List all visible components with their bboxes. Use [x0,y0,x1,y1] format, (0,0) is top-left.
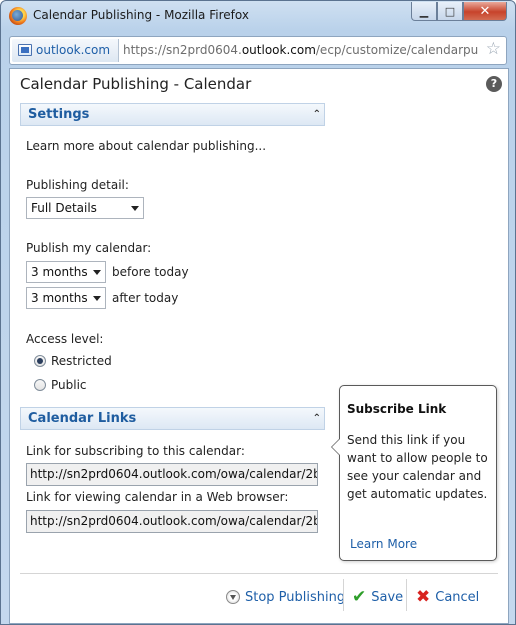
window-controls: ▁ □ ✕ [411,2,507,21]
restricted-radio[interactable] [34,355,46,367]
title-bar[interactable]: Calendar Publishing - Mozilla Firefox ▁ … [1,1,515,31]
browser-window: Calendar Publishing - Mozilla Firefox ▁ … [0,0,516,625]
site-identity-label: outlook.com [36,43,111,57]
cancel-x-icon: ✖ [416,587,431,607]
maximize-button[interactable]: □ [437,2,463,21]
publishing-detail-value: Full Details [31,201,97,215]
footer-separator [343,579,344,611]
url-text[interactable]: https://sn2prd0604.outlook.com/ecp/custo… [123,43,479,57]
cancel-label: Cancel [435,589,480,605]
learn-more-publishing-link[interactable]: Learn more about calendar publishing... [26,139,266,153]
url-domain: outlook.com [241,43,316,57]
publishing-detail-select[interactable]: Full Details [26,197,144,219]
after-range-select[interactable]: 3 months [26,287,106,309]
page-title: Calendar Publishing - Calendar [20,75,252,93]
after-range-value: 3 months [31,291,88,305]
publishing-detail-label: Publishing detail: [26,178,129,192]
subscribe-link-callout: Subscribe Link Send this link if you wan… [331,385,497,561]
footer-divider [20,573,498,574]
callout-pointer [331,438,340,456]
stop-publishing-icon [226,590,240,604]
stop-publishing-label: Stop Publishing [245,589,346,605]
bookmark-star-icon[interactable]: ☆ [486,39,501,59]
site-identity-button[interactable]: outlook.com [12,39,120,62]
restricted-label[interactable]: Restricted [51,354,112,368]
public-radio[interactable] [34,379,46,391]
url-prefix: https://sn2prd0604. [123,43,242,57]
check-icon: ✔ [352,587,367,607]
save-label: Save [371,589,404,605]
footer-separator [406,579,407,611]
url-bar[interactable]: outlook.com https://sn2prd0604.outlook.c… [9,36,507,65]
calendar-links-section-header[interactable]: Calendar Links ⌃ [20,407,325,430]
calendar-links-header-label: Calendar Links [28,411,137,426]
before-range-select[interactable]: 3 months [26,261,106,283]
access-level-label: Access level: [26,332,104,346]
view-link-field[interactable]: http://sn2prd0604.outlook.com/owa/calend… [26,510,318,533]
callout-title: Subscribe Link [347,402,447,416]
callout-body: Send this link if you want to allow peop… [347,433,488,501]
public-label[interactable]: Public [51,378,87,392]
chevron-down-icon [131,206,139,211]
site-icon [18,44,32,56]
help-icon[interactable]: ? [486,76,502,92]
stop-publishing-button[interactable]: Stop Publishing [226,583,345,611]
after-today-label: after today [112,291,179,305]
cancel-button[interactable]: ✖ Cancel [416,583,479,611]
close-icon: ✕ [479,3,491,19]
chevron-down-icon [93,296,101,301]
maximize-icon: □ [444,4,456,18]
view-link-label: Link for viewing calendar in a Web brows… [26,490,289,504]
url-suffix: /ecp/customize/calendarpublishing [315,43,479,57]
callout-learn-more-link[interactable]: Learn More [350,537,417,551]
settings-header-label: Settings [28,107,90,122]
subscribe-link-field[interactable]: http://sn2prd0604.outlook.com/owa/calend… [26,463,318,486]
close-button[interactable]: ✕ [463,2,507,21]
dialog-content: Calendar Publishing - Calendar ? Setting… [9,68,509,624]
before-today-label: before today [112,265,189,279]
before-range-value: 3 months [31,265,88,279]
save-button[interactable]: ✔ Save [352,583,403,611]
minimize-button[interactable]: ▁ [411,2,437,21]
settings-section-header[interactable]: Settings ⌃ [20,103,325,126]
chevron-down-icon [93,270,101,275]
publish-calendar-label: Publish my calendar: [26,241,152,255]
minimize-icon: ▁ [419,4,429,18]
collapse-icon[interactable]: ⌃ [313,104,322,125]
firefox-icon [9,7,27,25]
collapse-icon[interactable]: ⌃ [313,408,322,429]
subscribe-link-label: Link for subscribing to this calendar: [26,444,245,458]
window-title: Calendar Publishing - Mozilla Firefox [33,8,249,22]
